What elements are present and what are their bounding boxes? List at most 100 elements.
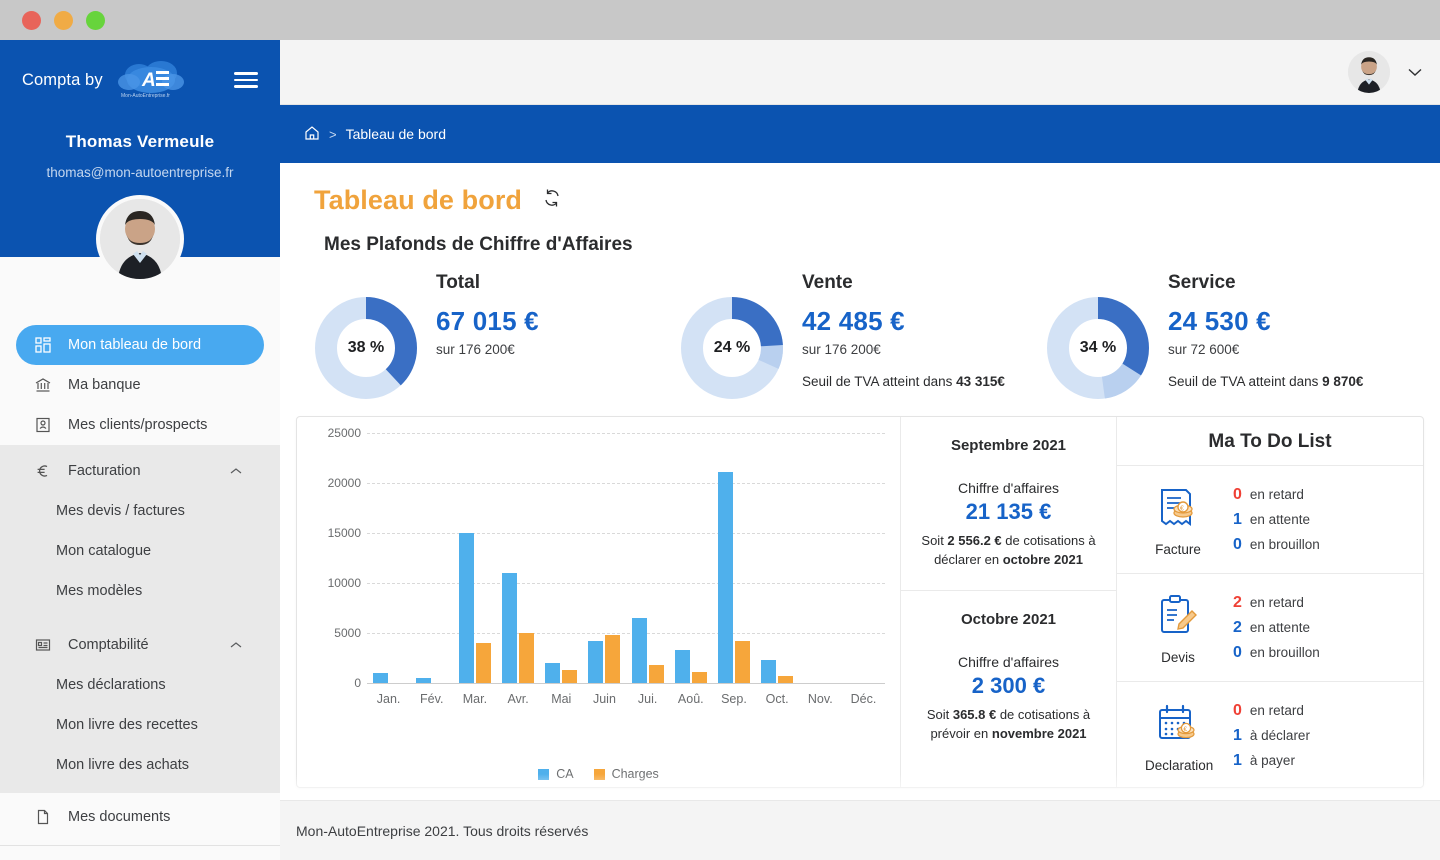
sidebar-header: Compta by A Mon-AutoEntrepri (0, 40, 280, 257)
todo-row[interactable]: €Declaration0en retard1à déclarer1à paye… (1117, 681, 1423, 788)
chart-month-group[interactable]: Jui. (626, 433, 669, 683)
chart-y-tick-label: 0 (307, 676, 361, 690)
refresh-icon[interactable] (542, 188, 562, 213)
chart-month-group[interactable]: Fév. (410, 433, 453, 683)
legend-swatch-icon (594, 769, 605, 780)
chevron-up-icon[interactable] (230, 637, 242, 653)
month-note-amount: 365.8 € (953, 707, 996, 722)
chart-month-group[interactable]: Déc. (842, 433, 885, 683)
chart-month-group[interactable]: Sep. (712, 433, 755, 683)
chart-month-group[interactable]: Aoû. (669, 433, 712, 683)
home-icon[interactable] (304, 125, 320, 144)
sidebar-subitem-livre-recettes[interactable]: Mon livre des recettes (0, 705, 280, 745)
chart-x-tick-label: Fév. (420, 692, 443, 706)
window-maximize-button[interactable] (86, 11, 105, 30)
hamburger-menu-icon[interactable] (234, 72, 258, 88)
dashboard-panels: 0500010000150002000025000 Jan.Fév.Mar.Av… (296, 416, 1424, 788)
sidebar-subitem-declarations[interactable]: Mes déclarations (0, 665, 280, 705)
sidebar-item-documents[interactable]: Mes documents (16, 797, 264, 837)
chart-month-group[interactable]: Jan. (367, 433, 410, 683)
todo-stat-count: 1 (1233, 752, 1242, 770)
sidebar-subitem-modeles[interactable]: Mes modèles (0, 571, 280, 611)
chart-bar-ca[interactable] (373, 673, 388, 683)
sidebar-subitem-livre-achats[interactable]: Mon livre des achats (0, 745, 280, 785)
todo-stat-text: en retard (1250, 595, 1304, 610)
chart-legend: CA Charges (297, 767, 900, 781)
sidebar-group-header-facturation[interactable]: Facturation (16, 451, 264, 491)
chevron-up-icon[interactable] (230, 463, 242, 479)
chart-bar-ca[interactable] (502, 573, 517, 683)
chart-bar-ca[interactable] (632, 618, 647, 683)
todo-stat-text: en brouillon (1250, 537, 1320, 552)
sidebar-subitem-label: Mes déclarations (56, 677, 166, 693)
chart-bar-ca[interactable] (459, 533, 474, 683)
chart-x-tick-label: Jui. (638, 692, 657, 706)
todo-row[interactable]: Devis2en retard2en attente0en brouillon (1117, 573, 1423, 681)
chart-month-group[interactable]: Mar. (453, 433, 496, 683)
todo-stat-text: à déclarer (1250, 728, 1310, 743)
todo-stat-text: en brouillon (1250, 645, 1320, 660)
kpi-note-value: 43 315€ (956, 374, 1005, 389)
sidebar-divider (0, 845, 280, 846)
chart-bar-charges[interactable] (778, 676, 793, 683)
chevron-down-icon[interactable] (1408, 64, 1422, 81)
ledger-icon (32, 637, 54, 653)
kpi-subtext: sur 176 200€ (436, 342, 539, 357)
todo-stats: 0en retard1à déclarer1à payer (1233, 702, 1310, 770)
chart-month-group[interactable]: Juin (583, 433, 626, 683)
todo-stat-text: en retard (1250, 487, 1304, 502)
sidebar-group-header-comptabilite[interactable]: Comptabilité (16, 625, 264, 665)
kpi-total: 38 % Total 67 015 € sur 176 200€ (314, 268, 680, 400)
todo-icon-wrap: Devis (1145, 590, 1211, 665)
sidebar-item-changements[interactable]: Changements (16, 854, 264, 860)
chart-legend-item[interactable]: Charges (594, 767, 659, 781)
sidebar-item-clients[interactable]: Mes clients/prospects (16, 405, 264, 445)
sidebar-subitem-devis-factures[interactable]: Mes devis / factures (0, 491, 280, 531)
chart-x-tick-label: Déc. (851, 692, 877, 706)
chart-legend-item[interactable]: CA (538, 767, 573, 781)
chart-bar-charges[interactable] (692, 672, 707, 683)
todo-row[interactable]: €Facture0en retard1en attente0en brouill… (1117, 466, 1423, 573)
chart-bar-ca[interactable] (718, 472, 733, 683)
window-close-button[interactable] (22, 11, 41, 30)
sidebar-item-bank[interactable]: Ma banque (16, 365, 264, 405)
calendar-declaration-icon: € (1145, 698, 1211, 755)
topbar-avatar[interactable] (1348, 51, 1390, 93)
footer-text: Mon-AutoEntreprise 2021. Tous droits rés… (296, 823, 588, 839)
chart-bar-charges[interactable] (605, 635, 620, 683)
chart-bar-ca[interactable] (761, 660, 776, 683)
chart-bar-charges[interactable] (735, 641, 750, 683)
sidebar-subitem-label: Mes devis / factures (56, 503, 185, 519)
chart-y-tick-label: 10000 (307, 576, 361, 590)
chart-panel: 0500010000150002000025000 Jan.Fév.Mar.Av… (297, 417, 901, 787)
todo-stats: 0en retard1en attente0en brouillon (1233, 486, 1320, 554)
topbar (280, 40, 1440, 105)
contact-card-icon (32, 417, 54, 433)
chart-bar-ca[interactable] (416, 678, 431, 683)
chart-bar-charges[interactable] (476, 643, 491, 683)
chart-month-group[interactable]: Oct. (756, 433, 799, 683)
chart-month-group[interactable]: Nov. (799, 433, 842, 683)
chart-bar-charges[interactable] (519, 633, 534, 683)
sidebar-item-dashboard[interactable]: Mon tableau de bord (16, 325, 264, 365)
chart-bar-ca[interactable] (588, 641, 603, 683)
kpi-subtext: sur 176 200€ (802, 342, 1005, 357)
todo-stat-count: 0 (1233, 536, 1242, 554)
todo-row-label: Facture (1145, 542, 1211, 557)
chart-bar-ca[interactable] (675, 650, 690, 683)
breadcrumb: > Tableau de bord (280, 105, 1440, 163)
sidebar-subitem-label: Mon livre des recettes (56, 717, 198, 733)
chart-month-group[interactable]: Mai (540, 433, 583, 683)
todo-rows: €Facture0en retard1en attente0en brouill… (1117, 466, 1423, 788)
chart-bar-charges[interactable] (649, 665, 664, 683)
chart-month-group[interactable]: Avr. (497, 433, 540, 683)
window-minimize-button[interactable] (54, 11, 73, 30)
chart-bar-charges[interactable] (562, 670, 577, 683)
section-title: Mes Plafonds de Chiffre d'Affaires (280, 216, 1440, 256)
application-window: Compta by A Mon-AutoEntrepri (0, 40, 1440, 860)
chart-bar-ca[interactable] (545, 663, 560, 683)
chart-x-tick-label: Aoû. (678, 692, 704, 706)
avatar[interactable] (96, 195, 184, 283)
sidebar-subitem-catalogue[interactable]: Mon catalogue (0, 531, 280, 571)
kpi-note-prefix: Seuil de TVA atteint dans (802, 374, 956, 389)
